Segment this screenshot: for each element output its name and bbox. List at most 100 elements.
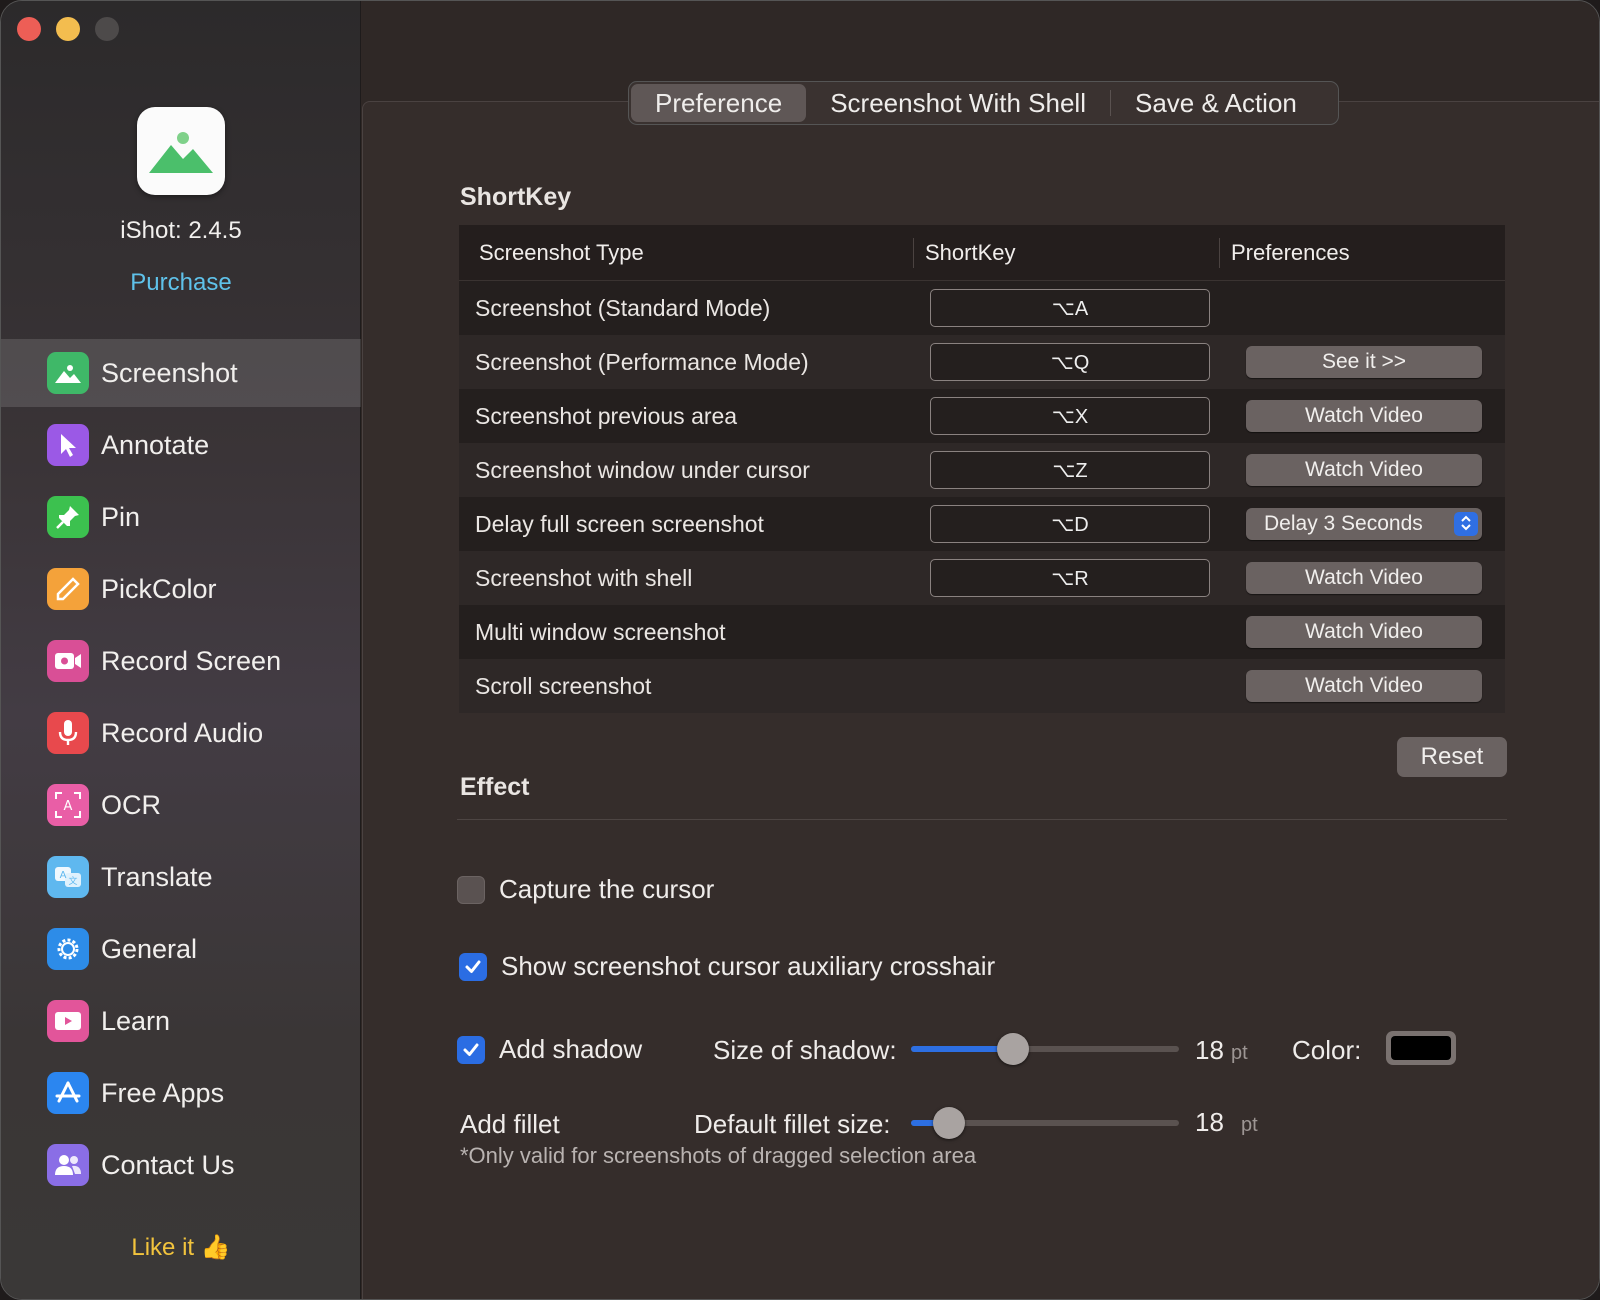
crosshair-label: Show screenshot cursor auxiliary crossha… bbox=[501, 951, 996, 981]
table-row: Screenshot with shell ⌥R Watch Video bbox=[459, 551, 1505, 605]
purchase-link[interactable]: Purchase bbox=[1, 269, 361, 297]
sidebar-item-label: Record Screen bbox=[101, 645, 282, 676]
shadow-color-swatch bbox=[1391, 1036, 1451, 1060]
shadow-size-slider-knob[interactable] bbox=[996, 1033, 1029, 1065]
gear-icon bbox=[47, 928, 89, 970]
screenshot-type-cell: Delay full screen screenshot bbox=[475, 510, 764, 537]
header-preferences: Preferences bbox=[1231, 239, 1350, 265]
like-it-link[interactable]: Like it 👍 bbox=[1, 1233, 361, 1262]
shortkey-section-title: ShortKey bbox=[460, 183, 572, 211]
preferences-cell: Watch Video bbox=[1223, 562, 1505, 594]
sidebar-item-label: Annotate bbox=[101, 429, 210, 460]
capture-cursor-option[interactable]: Capture the cursor bbox=[457, 874, 714, 905]
sidebar-item-general[interactable]: General bbox=[1, 915, 361, 983]
ocr-icon: A bbox=[47, 784, 89, 826]
add-fillet-label: Add fillet bbox=[460, 1109, 560, 1139]
svg-text:A: A bbox=[60, 870, 67, 881]
crosshair-checkbox[interactable] bbox=[459, 952, 487, 981]
preferences-cell: Watch Video bbox=[1223, 454, 1505, 486]
fillet-size-label: Default fillet size: bbox=[694, 1109, 891, 1139]
sidebar-item-contact-us[interactable]: Contact Us bbox=[1, 1131, 361, 1199]
watch-video-button[interactable]: Watch Video bbox=[1246, 400, 1482, 432]
sidebar-item-label: Learn bbox=[101, 1005, 171, 1036]
shortkey-recorder-field[interactable]: ⌥A bbox=[930, 289, 1210, 327]
table-row: Scroll screenshot Watch Video bbox=[459, 659, 1505, 713]
zoom-window-button[interactable] bbox=[95, 17, 119, 41]
effect-section-title: Effect bbox=[460, 773, 530, 801]
sidebar-item-ocr[interactable]: A OCR bbox=[1, 771, 361, 839]
video-camera-icon bbox=[47, 640, 89, 682]
fillet-size-slider-knob[interactable] bbox=[932, 1107, 965, 1139]
sidebar-item-record-screen[interactable]: Record Screen bbox=[1, 627, 361, 695]
table-header: Screenshot Type ShortKey Preferences bbox=[459, 225, 1505, 281]
table-row: Multi window screenshot Watch Video bbox=[459, 605, 1505, 659]
tab-save-action[interactable]: Save & Action bbox=[1111, 84, 1321, 122]
add-shadow-checkbox[interactable] bbox=[457, 1035, 485, 1064]
sidebar-item-label: Free Apps bbox=[101, 1077, 225, 1108]
shortkey-recorder-field[interactable]: ⌥R bbox=[930, 559, 1210, 597]
add-shadow-option[interactable]: Add shadow bbox=[457, 1034, 642, 1065]
app-window: iShot: 2.4.5 Purchase Screenshot Annotate… bbox=[0, 0, 1600, 1300]
capture-cursor-checkbox[interactable] bbox=[457, 875, 485, 904]
watch-video-button[interactable]: Watch Video bbox=[1246, 454, 1482, 486]
shadow-color-well[interactable] bbox=[1386, 1031, 1456, 1065]
shortkey-recorder-field[interactable]: ⌥Q bbox=[930, 343, 1210, 381]
minimize-window-button[interactable] bbox=[56, 17, 80, 41]
see-it-button[interactable]: See it >> bbox=[1246, 346, 1482, 378]
shortkey-cell: ⌥R bbox=[917, 559, 1223, 597]
sidebar-item-label: OCR bbox=[101, 789, 161, 820]
reset-button[interactable]: Reset bbox=[1397, 737, 1507, 777]
header-shortkey: ShortKey bbox=[925, 239, 1016, 265]
tab-preference[interactable]: Preference bbox=[631, 84, 807, 122]
table-row: Screenshot (Standard Mode) ⌥A bbox=[459, 281, 1505, 335]
pin-icon bbox=[47, 496, 89, 538]
table-row: Screenshot previous area ⌥X Watch Video bbox=[459, 389, 1505, 443]
watch-video-button[interactable]: Watch Video bbox=[1246, 562, 1482, 594]
shortkey-cell: ⌥Q bbox=[917, 343, 1223, 381]
sidebar-item-record-audio[interactable]: Record Audio bbox=[1, 699, 361, 767]
sidebar-item-translate[interactable]: A 文 Translate bbox=[1, 843, 361, 911]
eyedropper-icon bbox=[47, 568, 89, 610]
shadow-size-value: 18 bbox=[1195, 1035, 1224, 1065]
tab-bar: Preference Screenshot With Shell Save & … bbox=[628, 81, 1339, 125]
preferences-cell: Watch Video bbox=[1223, 670, 1505, 702]
screenshot-icon bbox=[47, 352, 89, 394]
close-window-button[interactable] bbox=[17, 17, 41, 41]
shortkey-recorder-field[interactable]: ⌥D bbox=[930, 505, 1210, 543]
sidebar-nav: Screenshot Annotate Pin PickColor Record Scr… bbox=[1, 339, 361, 1203]
screenshot-type-cell: Screenshot with shell bbox=[475, 564, 693, 591]
sidebar-item-annotate[interactable]: Annotate bbox=[1, 411, 361, 479]
sidebar: iShot: 2.4.5 Purchase Screenshot Annotate… bbox=[1, 1, 361, 1299]
sidebar-item-label: Contact Us bbox=[101, 1149, 235, 1180]
sidebar-item-label: Pin bbox=[101, 501, 141, 532]
fillet-size-unit: pt bbox=[1241, 1114, 1258, 1136]
effect-divider bbox=[457, 819, 1507, 820]
sidebar-item-free-apps[interactable]: Free Apps bbox=[1, 1059, 361, 1127]
shadow-size-label: Size of shadow: bbox=[713, 1035, 897, 1065]
table-row: Delay full screen screenshot ⌥D Delay 3 Se… bbox=[459, 497, 1505, 551]
table-row: Screenshot window under cursor ⌥Z Watch Vi… bbox=[459, 443, 1505, 497]
screenshot-type-cell: Screenshot window under cursor bbox=[475, 456, 810, 483]
translate-icon: A文 bbox=[47, 856, 89, 898]
sidebar-item-pickcolor[interactable]: PickColor bbox=[1, 555, 361, 623]
film-icon bbox=[47, 1000, 89, 1042]
sidebar-item-screenshot[interactable]: Screenshot bbox=[1, 339, 361, 407]
shortkey-cell: ⌥Z bbox=[917, 451, 1223, 489]
preferences-cell: See it >> bbox=[1223, 346, 1505, 378]
app-version: iShot: 2.4.5 bbox=[120, 217, 242, 244]
delay-select[interactable]: Delay 3 Seconds bbox=[1246, 508, 1482, 540]
sidebar-item-pin[interactable]: Pin bbox=[1, 483, 361, 551]
add-shadow-label: Add shadow bbox=[499, 1034, 643, 1064]
screenshot-type-cell: Multi window screenshot bbox=[475, 618, 726, 645]
crosshair-option[interactable]: Show screenshot cursor auxiliary crossha… bbox=[459, 951, 995, 982]
delay-select-value: Delay 3 Seconds bbox=[1264, 512, 1423, 535]
sidebar-item-learn[interactable]: Learn bbox=[1, 987, 361, 1055]
shortkey-recorder-field[interactable]: ⌥X bbox=[930, 397, 1210, 435]
watch-video-button[interactable]: Watch Video bbox=[1246, 670, 1482, 702]
watch-video-button[interactable]: Watch Video bbox=[1246, 616, 1482, 648]
tab-screenshot-with-shell[interactable]: Screenshot With Shell bbox=[806, 84, 1110, 122]
svg-text:文: 文 bbox=[68, 875, 77, 887]
sidebar-item-label: PickColor bbox=[101, 573, 217, 604]
shortkey-cell: ⌥X bbox=[917, 397, 1223, 435]
shortkey-recorder-field[interactable]: ⌥Z bbox=[930, 451, 1210, 489]
